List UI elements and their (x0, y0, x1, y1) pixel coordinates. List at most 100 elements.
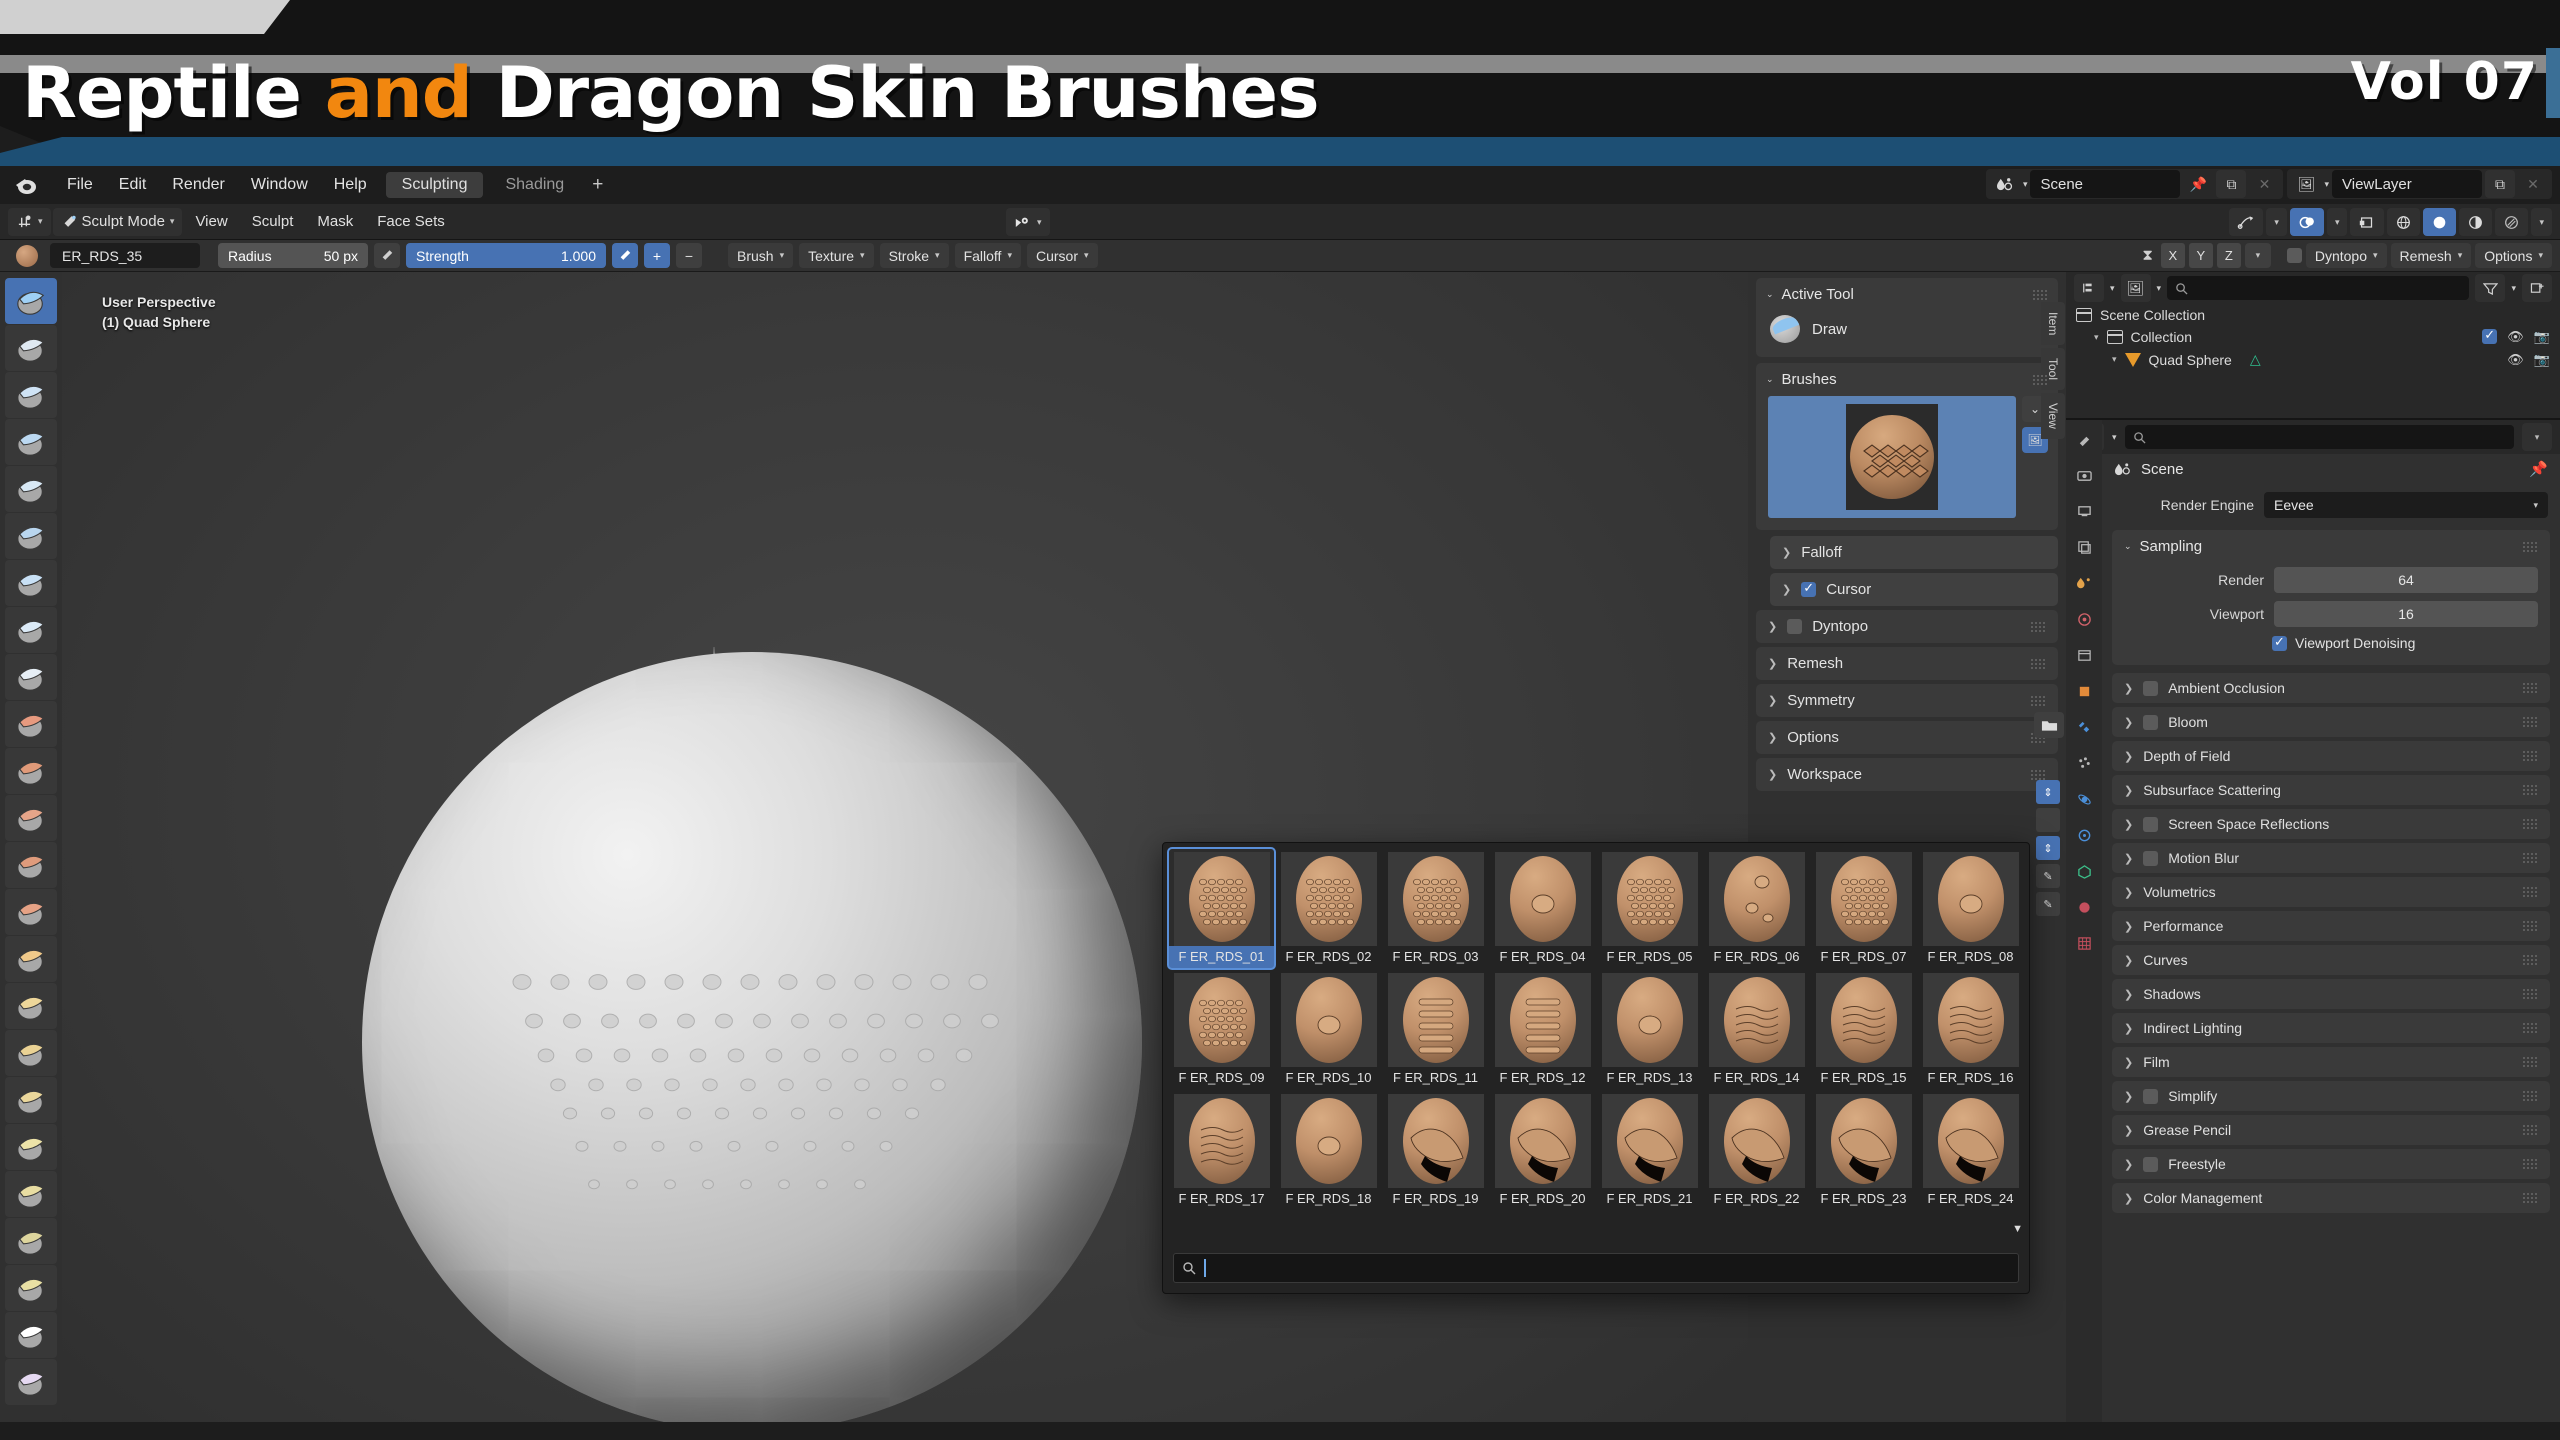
brush-edit-2[interactable]: ✎ (2036, 892, 2060, 916)
symmetry-dropdown[interactable]: ▾ (2244, 243, 2271, 268)
viewport-menu-sculpt[interactable]: Sculpt (241, 210, 305, 233)
sculpt-tool-2-icon[interactable] (5, 325, 57, 371)
brush-item-F-ER_RDS_03[interactable]: F ER_RDS_03 (1383, 849, 1488, 968)
brush-name-field[interactable]: ER_RDS_35 (50, 243, 200, 268)
sidebar-section-workspace[interactable]: ❯ Workspace (1756, 758, 2058, 791)
properties-section-indirect-lighting[interactable]: ❯ Indirect Lighting (2112, 1013, 2550, 1043)
properties-section-grease-pencil[interactable]: ❯ Grease Pencil (2112, 1115, 2550, 1145)
dyntopo-dropdown[interactable]: Dyntopo ▾ (2305, 243, 2387, 268)
overlays-dropdown2[interactable]: ▾ (2326, 208, 2348, 236)
sidebar-section-falloff[interactable]: ❯ Falloff (1770, 536, 2058, 569)
properties-section-bloom[interactable]: ❯ Bloom (2112, 707, 2550, 737)
mode-selector[interactable]: Sculpt Mode ▾ (52, 207, 183, 236)
tab-texture-properties-icon[interactable] (2073, 932, 2095, 954)
properties-section-simplify[interactable]: ❯ Simplify (2112, 1081, 2550, 1111)
pin-id-icon[interactable]: 📌 (2529, 460, 2548, 478)
menu-render[interactable]: Render (159, 174, 237, 196)
sculpt-tool-6-icon[interactable] (5, 513, 57, 559)
dyntopo-checkbox[interactable] (2286, 248, 2302, 263)
properties-section-color-management[interactable]: ❯ Color Management (2112, 1183, 2550, 1213)
scene-selector[interactable]: ▾ Scene 📌 ⧉ ✕ (1985, 169, 2284, 199)
properties-section-ambient-occlusion[interactable]: ❯ Ambient Occlusion (2112, 673, 2550, 703)
options-dropdown[interactable]: Options ▾ (2475, 243, 2552, 268)
properties-section-depth-of-field[interactable]: ❯ Depth of Field (2112, 741, 2550, 771)
brush-item-F-ER_RDS_07[interactable]: F ER_RDS_07 (1811, 849, 1916, 968)
viewport-menu-mask[interactable]: Mask (306, 210, 364, 233)
brush-item-F-ER_RDS_15[interactable]: F ER_RDS_15 (1811, 970, 1916, 1089)
shading-material-button[interactable] (2459, 208, 2493, 236)
radius-pressure-toggle[interactable] (374, 243, 400, 268)
brush-item-F-ER_RDS_18[interactable]: F ER_RDS_18 (1276, 1091, 1381, 1210)
sidebar-tab-item[interactable]: Item (2041, 302, 2065, 346)
sculpt-tool-13-icon[interactable] (5, 842, 57, 888)
sculpt-tool-14-icon[interactable] (5, 889, 57, 935)
section-checkbox[interactable] (1787, 619, 1803, 634)
blender-logo-icon[interactable] (14, 174, 38, 196)
sidebar-section-remesh[interactable]: ❯ Remesh (1756, 647, 2058, 680)
texture-dropdown[interactable]: Texture ▾ (799, 243, 874, 268)
sidebar-section-options[interactable]: ❯ Options (1756, 721, 2058, 754)
brush-item-F-ER_RDS_01[interactable]: F ER_RDS_01 (1167, 847, 1276, 970)
brush-item-F-ER_RDS_19[interactable]: F ER_RDS_19 (1383, 1091, 1488, 1210)
brush-item-F-ER_RDS_11[interactable]: F ER_RDS_11 (1383, 970, 1488, 1089)
brush-item-F-ER_RDS_08[interactable]: F ER_RDS_08 (1918, 849, 2023, 968)
active-brush-preview[interactable] (1768, 396, 2016, 518)
brush-pressure-toggle-1[interactable]: ⇕ (2036, 780, 2060, 804)
brushes-header[interactable]: ⌄ Brushes (1756, 363, 2058, 396)
sculpt-tool-21-icon[interactable] (5, 1218, 57, 1264)
viewport-menu-facesets[interactable]: Face Sets (366, 210, 456, 233)
disclosure-triangle-icon[interactable]: ▾ (2094, 332, 2099, 343)
strength-slider[interactable]: Strength 1.000 (406, 243, 606, 268)
shading-wireframe-button[interactable] (2387, 208, 2421, 236)
radius-slider[interactable]: Radius 50 px (218, 243, 368, 268)
show-overlays-button[interactable] (2289, 208, 2324, 236)
viewport-menu-view[interactable]: View (184, 210, 238, 233)
menu-window[interactable]: Window (238, 174, 321, 196)
sculpt-tool-15-icon[interactable] (5, 936, 57, 982)
sculpt-tool-22-icon[interactable] (5, 1265, 57, 1311)
tab-collection-properties-icon[interactable] (2073, 644, 2095, 666)
sculpt-tool-4-icon[interactable] (5, 419, 57, 465)
brush-pressure-toggle-2[interactable]: ⇕ (2036, 836, 2060, 860)
sculpt-tool-19-icon[interactable] (5, 1124, 57, 1170)
brush-edit-1[interactable]: ✎ (2036, 864, 2060, 888)
outliner-row-scene-collection[interactable]: Scene Collection (2066, 304, 2560, 326)
brush-item-F-ER_RDS_21[interactable]: F ER_RDS_21 (1597, 1091, 1702, 1210)
scene-name-field[interactable]: Scene (2030, 170, 2181, 198)
xray-toggle-button[interactable] (2350, 208, 2385, 236)
sculpt-tool-3-icon[interactable] (5, 372, 57, 418)
sidebar-section-cursor[interactable]: ❯ Cursor (1770, 573, 2058, 606)
outliner-search-input[interactable] (2167, 276, 2470, 300)
viewport-denoising-checkbox[interactable] (2272, 634, 2287, 651)
brush-item-F-ER_RDS_22[interactable]: F ER_RDS_22 (1704, 1091, 1809, 1210)
symmetry-y-button[interactable]: Y (2188, 243, 2213, 268)
shading-rendered-button[interactable] (2495, 208, 2529, 236)
outliner-filter-icon[interactable] (2475, 274, 2506, 302)
sculpt-tool-12-icon[interactable] (5, 795, 57, 841)
new-scene-icon[interactable]: ⧉ (2216, 170, 2247, 198)
active-tool-header[interactable]: ⌄ Active Tool (1756, 278, 2058, 311)
disclosure-triangle-icon[interactable]: ▾ (2112, 354, 2117, 365)
sampling-header[interactable]: ⌄ Sampling (2112, 530, 2550, 563)
strength-pressure-toggle[interactable] (612, 243, 638, 268)
sculpt-tool-10-icon[interactable] (5, 701, 57, 747)
symmetry-z-button[interactable]: Z (2216, 243, 2241, 268)
brush-item-F-ER_RDS_05[interactable]: F ER_RDS_05 (1597, 849, 1702, 968)
tab-modifier-properties-icon[interactable] (2073, 716, 2095, 738)
tab-render-properties-icon[interactable] (2073, 464, 2095, 486)
gizmo-dropdown[interactable]: ▾ (2266, 208, 2287, 236)
outliner-new-collection-icon[interactable] (2522, 274, 2552, 302)
brush-item-F-ER_RDS_24[interactable]: F ER_RDS_24 (1918, 1091, 2023, 1210)
new-viewlayer-icon[interactable]: ⧉ (2485, 170, 2515, 198)
tab-tool-properties-icon[interactable] (2073, 428, 2095, 450)
sidebar-tab-view[interactable]: View (2041, 393, 2065, 440)
brush-item-F-ER_RDS_23[interactable]: F ER_RDS_23 (1811, 1091, 1916, 1210)
outliner-row-collection[interactable]: ▾Collection👁📷 (2066, 326, 2560, 348)
tab-sculpting[interactable]: Sculpting (385, 172, 484, 198)
outliner-row-quad-sphere[interactable]: ▾ Quad Sphere △ 👁 📷 (2066, 348, 2560, 371)
active-tool-row[interactable]: Draw (1756, 311, 2058, 357)
outliner-filter-id-icon[interactable]: 🖼 (2120, 274, 2151, 302)
menu-file[interactable]: File (54, 174, 106, 196)
sculpt-tool-23-icon[interactable] (5, 1312, 57, 1358)
brush-item-F-ER_RDS_16[interactable]: F ER_RDS_16 (1918, 970, 2023, 1089)
